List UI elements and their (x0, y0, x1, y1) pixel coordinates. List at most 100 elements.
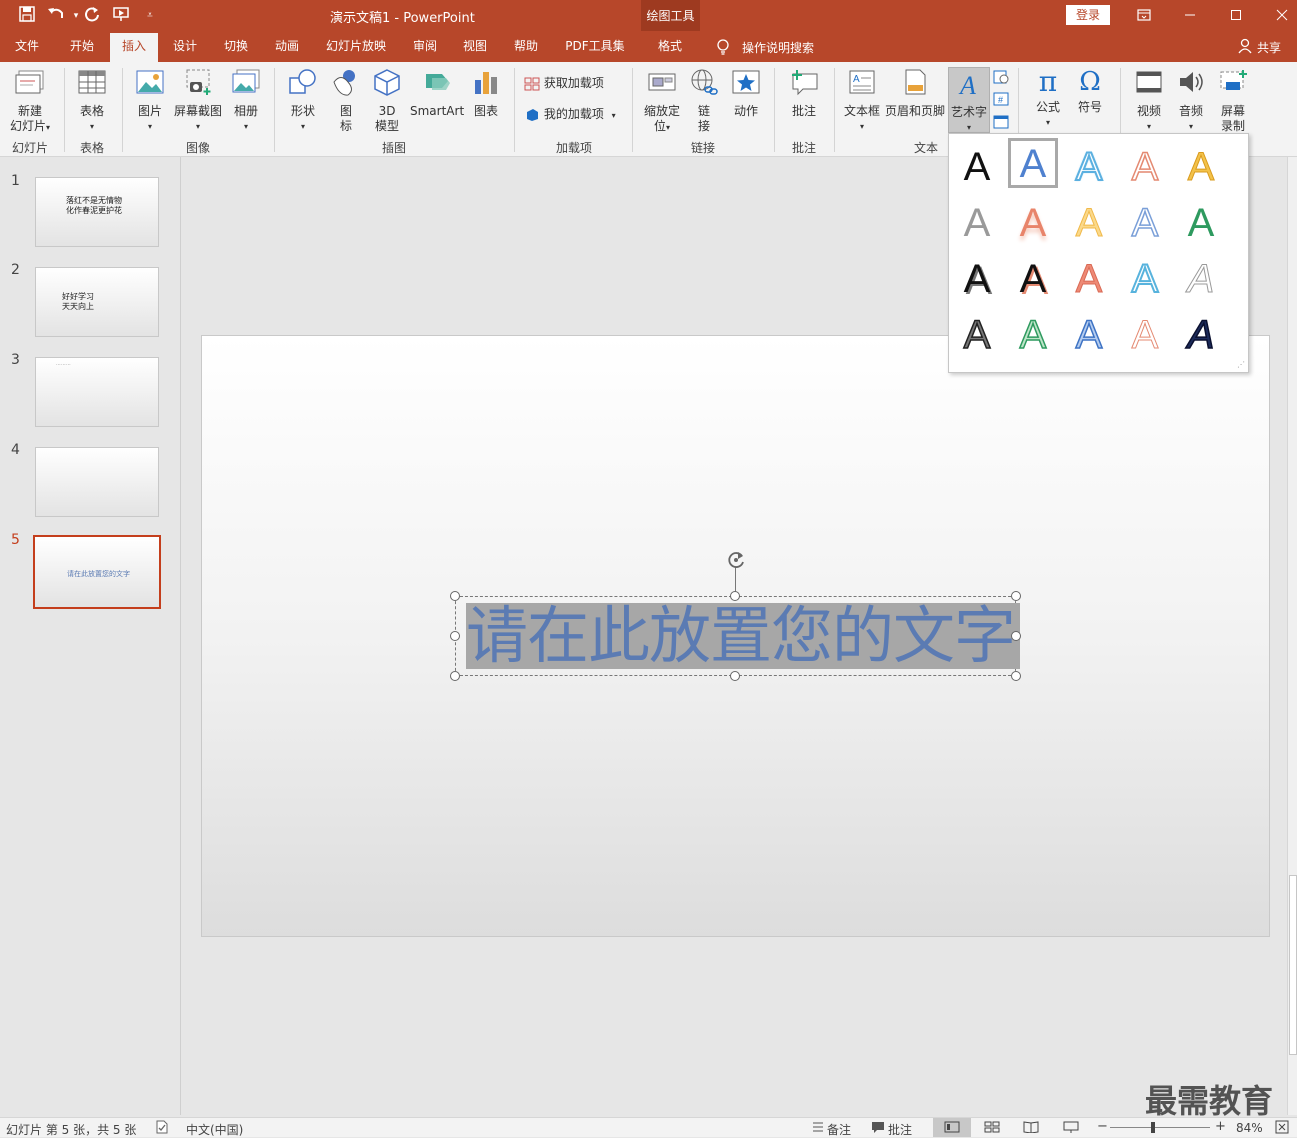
link-button[interactable]: 链 接 (686, 68, 722, 134)
vertical-scrollbar[interactable] (1287, 157, 1297, 1115)
tab-slideshow[interactable]: 幻灯片放映 (318, 31, 394, 62)
text-box-selected[interactable]: 请在此放置您的文字 (455, 596, 1020, 676)
wordart-style-9[interactable]: A (1120, 198, 1170, 248)
tell-me-search[interactable]: 操作说明搜索 (742, 39, 814, 56)
fit-to-window-icon[interactable] (1275, 1120, 1289, 1137)
ribbon-display-options-icon[interactable] (1134, 6, 1154, 26)
reading-view-icon[interactable] (1023, 1121, 1039, 1136)
comment-button[interactable]: 批注 (782, 68, 826, 119)
redo-icon[interactable] (82, 6, 102, 26)
tab-home[interactable]: 开始 (60, 31, 104, 62)
video-button[interactable]: 视频 ▾ (1128, 68, 1170, 134)
wordart-style-18[interactable]: A (1064, 310, 1114, 360)
language-status[interactable]: 中文(中国) (186, 1121, 243, 1138)
wordart-style-10[interactable]: A (1176, 198, 1226, 248)
wordart-style-20[interactable]: A (1176, 310, 1226, 360)
zoom-level[interactable]: 84% (1236, 1121, 1263, 1135)
slide-thumbnail-2[interactable]: 好好学习 天天向上 (35, 267, 159, 337)
slide-thumbnail-4[interactable] (35, 447, 159, 517)
object-icon[interactable] (993, 115, 1009, 132)
wordart-style-2-selected[interactable]: A (1008, 138, 1058, 188)
smartart-button[interactable]: SmartArt (410, 68, 464, 119)
wordart-style-8[interactable]: A (1064, 198, 1114, 248)
get-addins-button[interactable]: 获取加载项 (524, 76, 624, 91)
tab-format[interactable]: 格式 (645, 31, 695, 62)
undo-icon[interactable] (46, 6, 66, 26)
zoom-slider[interactable] (1110, 1127, 1210, 1128)
picture-button[interactable]: 图片 ▾ (130, 68, 170, 134)
tab-animations[interactable]: 动画 (265, 31, 309, 62)
minimize-icon[interactable] (1180, 6, 1200, 26)
zoom-button[interactable]: 缩放定 位▾ (640, 68, 684, 135)
resize-handle-n[interactable] (730, 591, 740, 601)
new-slide-button[interactable]: 新建 幻灯片▾ (6, 68, 54, 135)
chart-button[interactable]: 图表 (466, 68, 506, 119)
zoom-slider-thumb[interactable] (1151, 1122, 1155, 1133)
slide-body-text[interactable]: 请在此放置您的文字 (466, 599, 1026, 673)
shapes-button[interactable]: 形状 ▾ (282, 68, 324, 134)
wordart-style-1[interactable]: A (952, 142, 1002, 192)
photo-album-button[interactable]: 相册 ▾ (226, 68, 266, 134)
share-button[interactable]: 共享 (1257, 39, 1281, 56)
slide-number-icon[interactable]: # (993, 92, 1009, 109)
slide-sorter-view-icon[interactable] (984, 1121, 1000, 1136)
wordart-style-13[interactable]: A (1064, 254, 1114, 304)
slide-thumbnail-3[interactable]: ⋯⋯⋯ (35, 357, 159, 427)
scrollbar-thumb[interactable] (1289, 875, 1297, 1055)
wordart-style-16[interactable]: A (952, 310, 1002, 360)
save-icon[interactable] (17, 6, 37, 26)
audio-button[interactable]: 音频 ▾ (1170, 68, 1212, 134)
start-from-beginning-icon[interactable] (112, 6, 132, 26)
spelling-check-icon[interactable] (155, 1120, 169, 1137)
notes-button[interactable]: 备注 (827, 1121, 851, 1138)
normal-view-button[interactable] (933, 1118, 971, 1137)
tab-view[interactable]: 视图 (453, 31, 497, 62)
header-footer-button[interactable]: 页眉和页脚 (884, 68, 946, 119)
wordart-style-19[interactable]: A (1120, 310, 1170, 360)
wordart-button[interactable]: A 艺术字 ▾ (948, 67, 990, 133)
resize-handle-se[interactable] (1011, 671, 1021, 681)
resize-handle-e[interactable] (1011, 631, 1021, 641)
rotate-handle-icon[interactable] (724, 548, 748, 572)
comments-button[interactable]: 批注 (888, 1121, 912, 1138)
customize-toolbar-icon[interactable]: ⩡ (140, 6, 160, 26)
symbol-button[interactable]: Ω 符号 (1070, 68, 1110, 115)
slide-thumbnail-1[interactable]: 落红不是无情物 化作春泥更护花 (35, 177, 159, 247)
login-button[interactable]: 登录 (1066, 5, 1110, 25)
icons-button[interactable]: 图 标 (328, 68, 364, 134)
wordart-style-15[interactable]: A (1176, 254, 1226, 304)
slide-thumbnail-5-selected[interactable]: 请在此放置您的文字 (33, 535, 161, 609)
resize-handle-s[interactable] (730, 671, 740, 681)
zoom-out-icon[interactable]: − (1097, 1119, 1108, 1134)
tab-transitions[interactable]: 切换 (214, 31, 258, 62)
3d-models-button[interactable]: 3D 模型 (366, 68, 408, 134)
close-icon[interactable] (1272, 6, 1292, 26)
gallery-resize-grip-icon[interactable]: ⋰ (1237, 360, 1245, 369)
resize-handle-w[interactable] (450, 631, 460, 641)
date-time-icon[interactable] (993, 70, 1009, 87)
zoom-in-icon[interactable]: + (1215, 1119, 1226, 1134)
screen-recording-button[interactable]: 屏幕 录制 (1212, 68, 1254, 134)
maximize-icon[interactable] (1226, 6, 1246, 26)
wordart-style-3[interactable]: A (1064, 142, 1114, 192)
tab-review[interactable]: 审阅 (403, 31, 447, 62)
wordart-style-11[interactable]: A (952, 254, 1002, 304)
wordart-style-7[interactable]: A (1008, 198, 1058, 248)
resize-handle-ne[interactable] (1011, 591, 1021, 601)
action-button[interactable]: 动作 (726, 68, 766, 119)
wordart-style-5[interactable]: A (1176, 142, 1226, 192)
tab-help[interactable]: 帮助 (504, 31, 548, 62)
resize-handle-nw[interactable] (450, 591, 460, 601)
equation-button[interactable]: π 公式 ▾ (1026, 68, 1070, 130)
slideshow-view-icon[interactable] (1063, 1121, 1079, 1136)
wordart-style-4[interactable]: A (1120, 142, 1170, 192)
tab-file[interactable]: 文件 (5, 31, 49, 62)
wordart-style-14[interactable]: A (1120, 254, 1170, 304)
tab-pdf-tools[interactable]: PDF工具集 (557, 31, 633, 62)
wordart-style-12[interactable]: A (1008, 254, 1058, 304)
resize-handle-sw[interactable] (450, 671, 460, 681)
textbox-button[interactable]: A 文本框 ▾ (840, 68, 884, 134)
table-button[interactable]: 表格 ▾ (70, 68, 114, 134)
screenshot-button[interactable]: 屏幕截图 ▾ (172, 68, 224, 134)
my-addins-button[interactable]: 我的加载项 ▾ (524, 107, 624, 123)
